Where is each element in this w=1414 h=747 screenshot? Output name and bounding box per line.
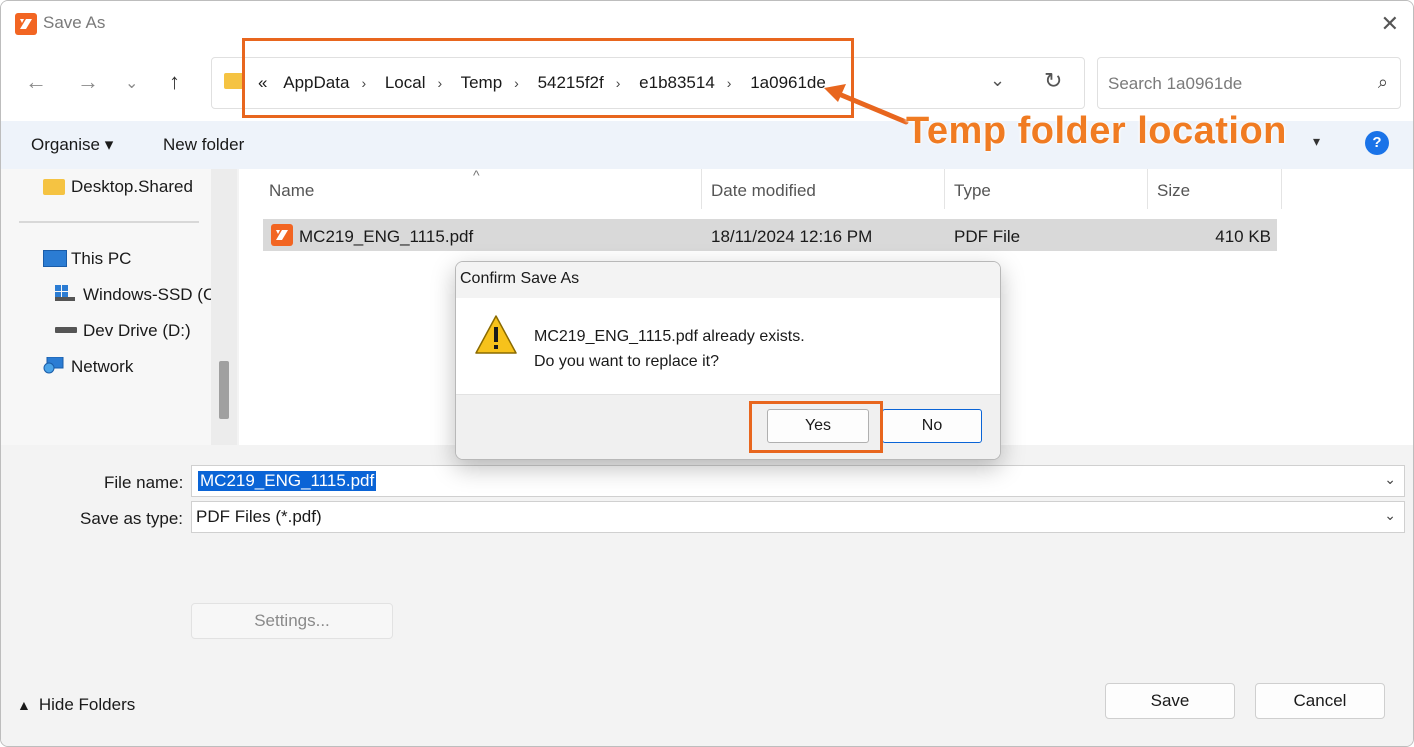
type-cell: PDF File [954,227,1021,246]
hide-folders-toggle[interactable]: ▲ Hide Folders [17,695,135,715]
file-name-label: File name: [104,473,184,492]
save-as-type-label: Save as type: [80,509,184,528]
hide-folders-label: Hide Folders [38,695,136,714]
file-name-value: MC219_ENG_1115.pdf [198,471,377,491]
date-modified-cell: 18/11/2024 12:16 PM [711,227,873,246]
dialog-footer: Yes No [456,394,1000,459]
search-icon[interactable]: ⌕ [1378,72,1388,93]
confirm-save-dialog: Confirm Save As MC219_ENG_1115.pdf alrea… [455,261,1001,460]
save-as-type-select[interactable]: PDF Files (*.pdf) ⌄ [191,501,1405,533]
save-form: File name: MC219_ENG_1115.pdf ⌄ Save as … [1,445,1413,746]
save-as-type-value: PDF Files (*.pdf) [196,507,322,526]
network-icon [43,356,65,375]
sidebar-item-windows-ssd[interactable]: Windows-SSD (C [83,285,215,305]
recent-locations-chevron-icon[interactable]: ⌄ [125,73,138,93]
size-cell: 410 KB [1215,227,1271,246]
forward-arrow-icon[interactable]: → [77,69,99,95]
file-name-input[interactable]: MC219_ENG_1115.pdf ⌄ [191,465,1405,497]
sidebar-scrollbar-thumb[interactable] [219,361,229,419]
sidebar-divider [19,221,199,223]
column-divider[interactable] [1281,169,1282,209]
window-title: Save As [43,13,106,32]
refresh-icon[interactable]: ↻ [1044,68,1062,94]
dialog-message-line2: Do you want to replace it? [534,353,719,370]
sidebar-item-network[interactable]: Network [71,357,133,377]
chevron-down-icon[interactable]: ⌄ [1384,471,1396,488]
table-row[interactable]: MC219_ENG_1115.pdf 18/11/2024 12:16 PM P… [263,219,1277,251]
back-arrow-icon[interactable]: ← [25,69,47,95]
column-divider[interactable] [701,169,702,209]
navigation-pane: Desktop.Shared This PC Windows-SSD (C De… [1,169,237,445]
address-dropdown-icon[interactable]: ⌄ [990,70,1005,91]
pdf-file-icon [271,224,293,246]
warning-icon [475,315,517,354]
help-icon[interactable]: ? [1365,131,1389,155]
dialog-title: Confirm Save As [460,270,580,287]
windows-drive-icon [55,285,75,301]
dialog-message-line1: MC219_ENG_1115.pdf already exists. [534,328,805,345]
chevron-down-icon[interactable]: ⌄ [1384,507,1396,524]
folder-icon [224,73,244,89]
column-divider[interactable] [1147,169,1148,209]
sidebar-item-this-pc[interactable]: This PC [71,249,131,269]
close-icon[interactable]: ✕ [1381,11,1399,37]
no-button[interactable]: No [882,409,982,443]
save-button[interactable]: Save [1105,683,1235,719]
folder-icon [43,179,65,195]
view-options-chevron-icon[interactable]: ▾ [1313,133,1320,150]
sidebar-item-dev-drive[interactable]: Dev Drive (D:) [83,321,191,341]
yes-highlight-box [749,401,883,453]
app-logo-icon [15,13,37,35]
drive-icon [55,327,77,333]
column-header-date-modified[interactable]: Date modified [711,181,816,201]
file-name-cell: MC219_ENG_1115.pdf [299,227,474,246]
organise-menu[interactable]: Organise ▾ [31,135,113,155]
search-placeholder: Search 1a0961de [1108,74,1243,93]
sidebar-item-desktop-shared[interactable]: Desktop.Shared [71,177,193,197]
annotation-label: Temp folder location [906,110,1287,152]
chevron-up-icon: ▲ [17,697,31,713]
cancel-button[interactable]: Cancel [1255,683,1385,719]
up-arrow-icon[interactable]: ↑ [169,69,180,95]
column-header-name[interactable]: Name [269,181,314,201]
new-folder-button[interactable]: New folder [163,135,244,155]
sort-ascending-icon: ^ [473,167,480,183]
dialog-title-bar: Confirm Save As [456,262,1000,298]
monitor-icon [43,250,67,267]
dialog-message: MC219_ENG_1115.pdf already exists. Do yo… [534,324,805,374]
settings-button[interactable]: Settings... [191,603,393,639]
address-highlight-box [242,38,854,118]
search-box[interactable]: Search 1a0961de ⌕ [1097,57,1401,109]
column-divider[interactable] [944,169,945,209]
column-header-type[interactable]: Type [954,181,991,201]
annotation-arrow-icon [824,84,909,125]
column-header-size[interactable]: Size [1157,181,1190,201]
